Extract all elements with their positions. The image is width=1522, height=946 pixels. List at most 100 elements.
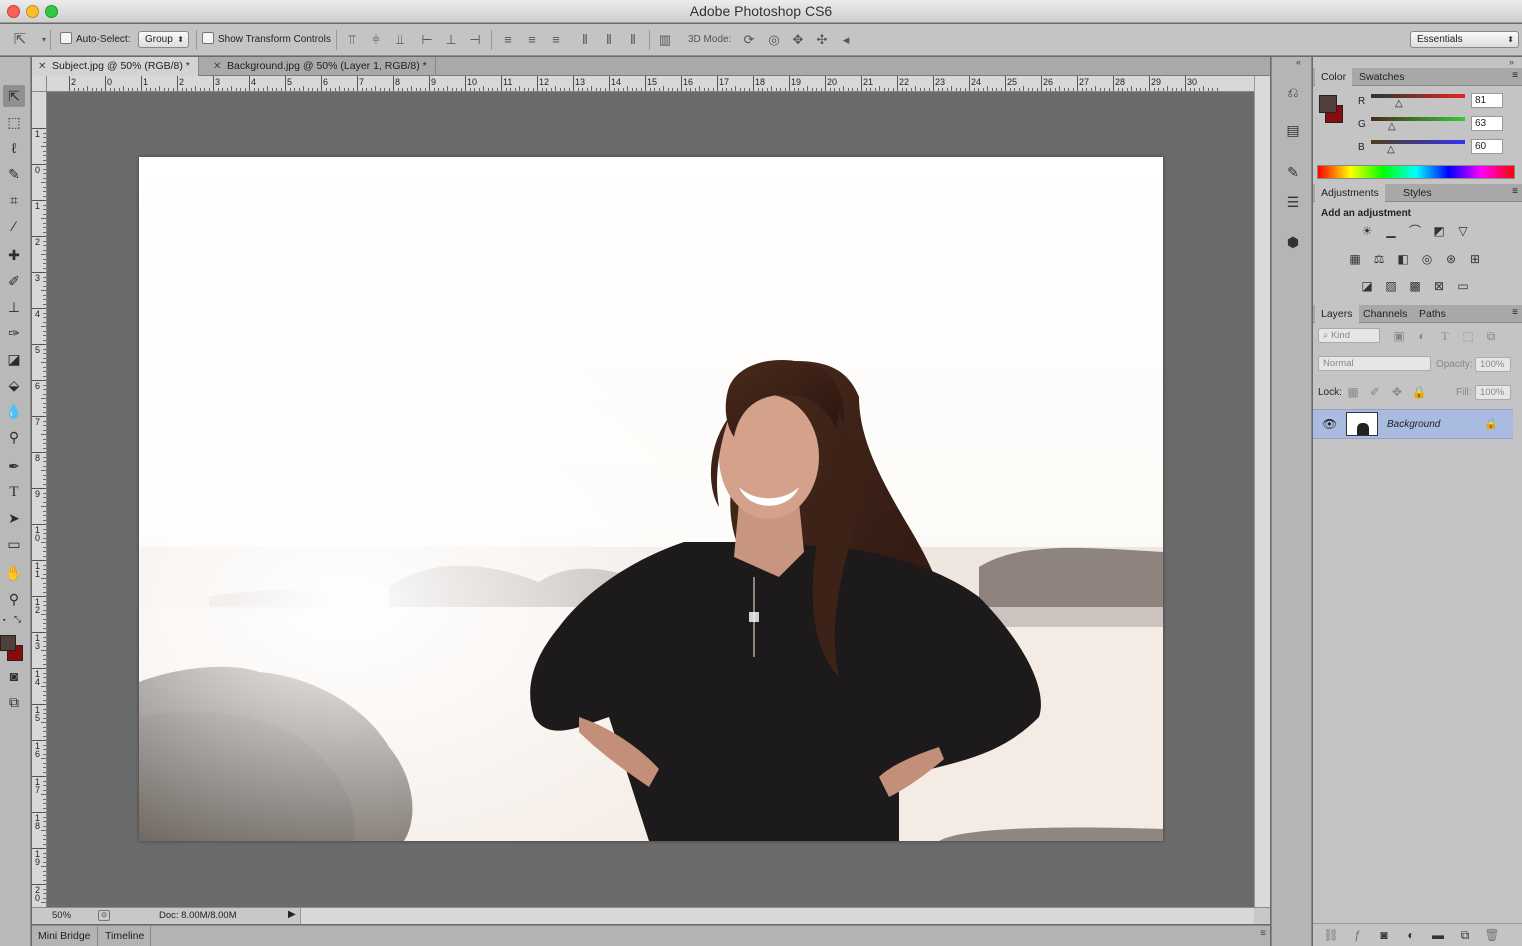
crop-tool-icon[interactable]: ⌗ bbox=[3, 189, 25, 211]
paint-bucket-tool-icon[interactable]: ⬙ bbox=[3, 374, 25, 396]
path-selection-tool-icon[interactable]: ➤ bbox=[3, 507, 25, 529]
distribute-top-icon[interactable]: ≡ bbox=[500, 32, 516, 48]
tab-mini-bridge[interactable]: Mini Bridge bbox=[32, 926, 98, 946]
brightness-contrast-icon[interactable]: ☀ bbox=[1359, 223, 1375, 239]
status-options-icon[interactable]: ⊙ bbox=[98, 910, 110, 921]
distribute-bottom-icon[interactable]: ≡ bbox=[548, 32, 564, 48]
close-tab-icon[interactable]: ✕ bbox=[213, 57, 221, 76]
hand-tool-icon[interactable]: ✋ bbox=[3, 562, 25, 584]
fill-field[interactable]: 100% bbox=[1475, 385, 1511, 400]
zoom-tool-icon[interactable]: ⚲ bbox=[3, 588, 25, 610]
quick-mask-icon[interactable]: ◙ bbox=[3, 665, 25, 687]
new-adjustment-layer-icon[interactable]: ◐ bbox=[1403, 927, 1419, 943]
new-layer-icon[interactable]: ⧉ bbox=[1457, 927, 1473, 943]
close-window-button[interactable] bbox=[7, 5, 20, 18]
distribute-hcenter-icon[interactable]: ⦀ bbox=[601, 32, 617, 48]
vibrance-icon[interactable]: ▽ bbox=[1455, 223, 1471, 239]
workspace-dropdown[interactable]: Essentials ⬍ bbox=[1410, 31, 1519, 48]
move-tool-preset-icon[interactable]: ⇱ bbox=[12, 32, 28, 48]
blend-mode-dropdown[interactable]: Normal bbox=[1318, 356, 1431, 371]
levels-icon[interactable]: ▁ bbox=[1383, 223, 1399, 239]
collapse-dock-icon[interactable]: « bbox=[1296, 57, 1301, 67]
posterize-icon[interactable]: ▨ bbox=[1383, 278, 1399, 294]
photo-filter-icon[interactable]: ◎ bbox=[1419, 251, 1435, 267]
gradient-map-icon[interactable]: ▭ bbox=[1455, 278, 1471, 294]
lock-position-icon[interactable]: ✥ bbox=[1389, 384, 1405, 400]
align-left-icon[interactable]: ⊢ bbox=[419, 32, 435, 48]
new-group-icon[interactable]: ▬ bbox=[1430, 927, 1446, 943]
lasso-tool-icon[interactable]: ℓ bbox=[3, 137, 25, 159]
hue-saturation-icon[interactable]: ▦ bbox=[1347, 251, 1363, 267]
align-top-icon[interactable]: ⫪ bbox=[344, 32, 360, 48]
properties-panel-icon[interactable]: ▤ bbox=[1282, 119, 1304, 141]
swap-colors-icon[interactable]: ⤡ bbox=[14, 614, 21, 625]
tab-channels[interactable]: Channels bbox=[1357, 305, 1413, 323]
tab-timeline[interactable]: Timeline bbox=[99, 926, 152, 946]
invert-icon[interactable]: ◪ bbox=[1359, 278, 1375, 294]
r-slider-track[interactable] bbox=[1371, 94, 1465, 98]
brush-presets-icon[interactable]: ☰ bbox=[1282, 191, 1304, 213]
align-right-icon[interactable]: ⊣ bbox=[467, 32, 483, 48]
brush-panel-icon[interactable]: ✎ bbox=[1282, 161, 1304, 183]
align-bottom-icon[interactable]: ⫫ bbox=[392, 32, 408, 48]
lock-image-icon[interactable]: ✐ bbox=[1367, 384, 1383, 400]
history-brush-tool-icon[interactable]: ✑ bbox=[3, 322, 25, 344]
exposure-icon[interactable]: ◩ bbox=[1431, 223, 1447, 239]
tab-background[interactable]: ✕ Background.jpg @ 50% (Layer 1, RGB/8) * bbox=[207, 57, 436, 76]
align-hcenter-icon[interactable]: ⊥ bbox=[443, 32, 459, 48]
filter-smart-object-icon[interactable]: ⧉ bbox=[1483, 328, 1499, 344]
opacity-field[interactable]: 100% bbox=[1475, 357, 1511, 372]
3d-scale-icon[interactable]: ◂ bbox=[838, 32, 854, 48]
layer-filter-kind-dropdown[interactable]: ⌕ Kind bbox=[1318, 328, 1380, 343]
brush-tool-icon[interactable]: ✐ bbox=[3, 270, 25, 292]
filter-type-icon[interactable]: T bbox=[1437, 328, 1453, 344]
r-slider-handle-icon[interactable]: △ bbox=[1395, 98, 1403, 109]
color-lookup-icon[interactable]: ⊞ bbox=[1467, 251, 1483, 267]
blur-tool-icon[interactable]: 💧 bbox=[3, 400, 25, 422]
document-image[interactable] bbox=[139, 157, 1163, 841]
close-tab-icon[interactable]: ✕ bbox=[38, 57, 46, 76]
history-panel-icon[interactable]: ⎌ bbox=[1282, 81, 1304, 103]
b-slider-track[interactable] bbox=[1371, 140, 1465, 144]
type-tool-icon[interactable]: T bbox=[3, 481, 25, 503]
channel-mixer-icon[interactable]: ⊛ bbox=[1443, 251, 1459, 267]
auto-select-dropdown[interactable]: Group ⬍ bbox=[138, 31, 189, 48]
auto-select-checkbox[interactable]: Auto-Select: bbox=[60, 24, 130, 56]
selective-color-icon[interactable]: ⊠ bbox=[1431, 278, 1447, 294]
lock-transparent-icon[interactable]: ▦ bbox=[1345, 384, 1361, 400]
black-white-icon[interactable]: ◧ bbox=[1395, 251, 1411, 267]
panel-menu-icon[interactable]: ≡ bbox=[1260, 928, 1266, 939]
move-tool-icon[interactable]: ⇱ bbox=[3, 85, 25, 107]
link-layers-icon[interactable]: ⛓ bbox=[1323, 927, 1339, 943]
3d-panel-icon[interactable]: ⬢ bbox=[1282, 231, 1304, 253]
3d-slide-icon[interactable]: ✣ bbox=[814, 32, 830, 48]
g-slider-handle-icon[interactable]: △ bbox=[1388, 121, 1396, 132]
tab-adjustments[interactable]: Adjustments bbox=[1315, 184, 1385, 202]
layer-name[interactable]: Background bbox=[1387, 419, 1440, 430]
g-slider-track[interactable] bbox=[1371, 117, 1465, 121]
add-mask-icon[interactable]: ◙ bbox=[1376, 927, 1392, 943]
tab-subject[interactable]: ✕ Subject.jpg @ 50% (RGB/8) * bbox=[32, 57, 199, 76]
align-vcenter-icon[interactable]: ⫩ bbox=[368, 32, 384, 48]
filter-shape-icon[interactable]: ⬚ bbox=[1460, 328, 1476, 344]
collapse-panels-icon[interactable]: » bbox=[1509, 57, 1514, 67]
b-value-field[interactable]: 60 bbox=[1471, 139, 1503, 154]
tab-styles[interactable]: Styles bbox=[1397, 184, 1438, 202]
g-value-field[interactable]: 63 bbox=[1471, 116, 1503, 131]
3d-orbit-icon[interactable]: ⟳ bbox=[741, 32, 757, 48]
tab-swatches[interactable]: Swatches bbox=[1353, 68, 1411, 86]
filter-adjustment-icon[interactable]: ◐ bbox=[1414, 328, 1430, 344]
filter-pixel-icon[interactable]: ▣ bbox=[1391, 328, 1407, 344]
layer-row[interactable]: 👁 Background 🔒 bbox=[1313, 409, 1513, 439]
lock-all-icon[interactable]: 🔒 bbox=[1411, 384, 1427, 400]
vertical-ruler[interactable]: 1 0 1 2 3 4 5 6 7 8 9 10 11 12 13 14 15 16 17 18 19 20 bbox=[32, 92, 47, 907]
tab-layers[interactable]: Layers bbox=[1315, 305, 1359, 323]
eraser-tool-icon[interactable]: ◪ bbox=[3, 348, 25, 370]
vertical-scrollbar[interactable] bbox=[1254, 76, 1270, 907]
panel-menu-icon[interactable]: ≡ bbox=[1512, 186, 1518, 197]
minimize-window-button[interactable] bbox=[26, 5, 39, 18]
tab-paths[interactable]: Paths bbox=[1413, 305, 1452, 323]
r-value-field[interactable]: 81 bbox=[1471, 93, 1503, 108]
color-spectrum-ramp[interactable] bbox=[1317, 165, 1515, 179]
distribute-right-icon[interactable]: ⦀ bbox=[625, 32, 641, 48]
